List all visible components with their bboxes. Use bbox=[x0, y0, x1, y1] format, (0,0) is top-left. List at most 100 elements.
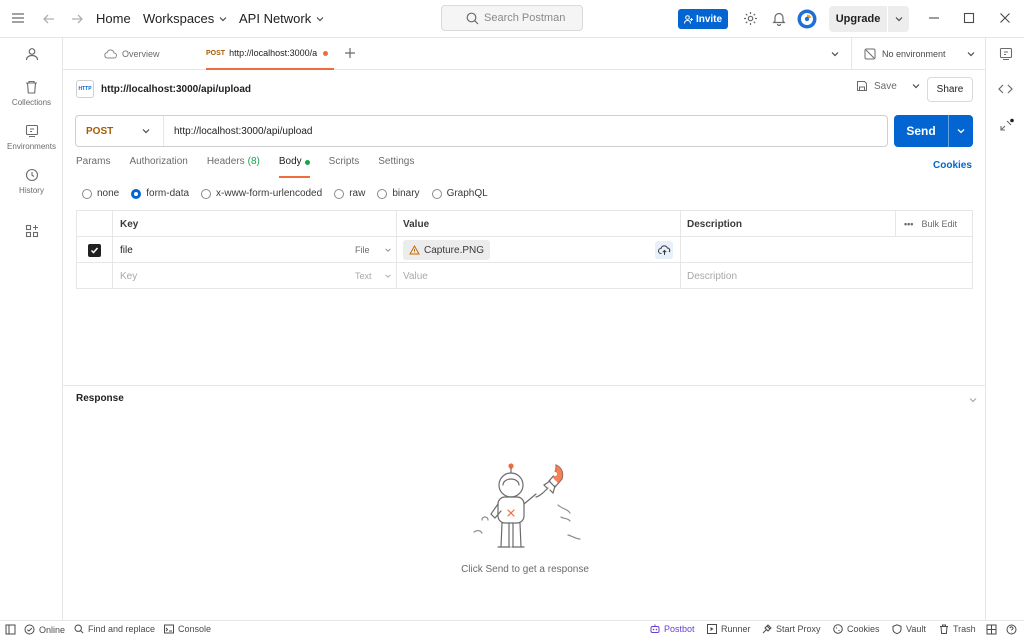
warning-icon bbox=[409, 245, 420, 255]
tab-params[interactable]: Params bbox=[76, 156, 110, 178]
value-input[interactable]: Value bbox=[397, 263, 681, 289]
cookies-link[interactable]: Cookies bbox=[933, 160, 972, 171]
request-name[interactable]: http://localhost:3000/api/upload bbox=[101, 84, 251, 95]
chevron-down-icon bbox=[384, 246, 392, 254]
tab-headers[interactable]: Headers (8) bbox=[207, 156, 260, 178]
type-select[interactable]: File bbox=[347, 237, 397, 263]
radio-label: GraphQL bbox=[446, 188, 488, 199]
tab-settings[interactable]: Settings bbox=[378, 156, 414, 178]
upload-cloud-icon[interactable] bbox=[655, 241, 673, 259]
cookies-button[interactable]: Cookies bbox=[833, 624, 880, 634]
response-divider[interactable] bbox=[63, 385, 985, 386]
table-header-row: Key Value Description ••• Bulk Edit bbox=[77, 211, 972, 237]
radio-urlencoded[interactable]: x-www-form-urlencoded bbox=[201, 188, 322, 199]
runner-button[interactable]: Runner bbox=[707, 624, 751, 634]
value-cell: Capture.PNG bbox=[397, 237, 681, 263]
console-button[interactable]: Console bbox=[164, 624, 211, 634]
sidebar-item-collections[interactable]: Collections bbox=[0, 80, 63, 107]
key-input[interactable]: file bbox=[113, 237, 347, 263]
cookies-label: Cookies bbox=[847, 624, 880, 634]
bulk-edit-label: Bulk Edit bbox=[921, 219, 957, 229]
bulk-edit-button[interactable]: ••• Bulk Edit bbox=[895, 211, 972, 237]
invite-button[interactable]: Invite bbox=[678, 9, 728, 29]
share-label: Share bbox=[936, 84, 964, 95]
workspaces-label: Workspaces bbox=[143, 11, 215, 26]
api-network-menu[interactable]: API Network bbox=[239, 11, 325, 26]
postbot-button[interactable]: Postbot bbox=[650, 624, 695, 634]
description-input[interactable] bbox=[681, 237, 972, 263]
start-proxy-button[interactable]: Start Proxy bbox=[762, 624, 821, 634]
tabs-overflow-chevron-icon[interactable] bbox=[830, 49, 840, 59]
home-link[interactable]: Home bbox=[96, 11, 131, 26]
sidebar-item-environments[interactable]: Environments bbox=[0, 124, 63, 151]
type-select[interactable]: Text bbox=[347, 263, 397, 289]
chevron-down-icon[interactable] bbox=[911, 81, 921, 91]
related-collections-icon[interactable] bbox=[999, 118, 1015, 132]
share-button[interactable]: Share bbox=[927, 77, 973, 102]
description-input[interactable]: Description bbox=[681, 263, 972, 289]
checkbox-checked[interactable] bbox=[88, 243, 101, 257]
send-button[interactable]: Send bbox=[894, 115, 973, 147]
maximize-icon[interactable] bbox=[963, 12, 975, 24]
sidebar-item-configure[interactable] bbox=[0, 224, 63, 238]
radio-none[interactable]: none bbox=[82, 188, 119, 199]
collapse-chevron-icon[interactable] bbox=[968, 395, 978, 405]
tab-scripts[interactable]: Scripts bbox=[329, 156, 360, 178]
status-dot-icon bbox=[304, 160, 310, 165]
key-input[interactable]: Key bbox=[113, 263, 347, 289]
workspaces-menu[interactable]: Workspaces bbox=[143, 11, 228, 26]
radio-graphql[interactable]: GraphQL bbox=[431, 188, 488, 199]
trash-button[interactable]: Trash bbox=[939, 624, 976, 634]
sidebar-item-history[interactable]: History bbox=[0, 168, 63, 195]
http-icon: HTTP bbox=[76, 80, 94, 98]
url-input[interactable]: http://localhost:3000/api/upload bbox=[164, 126, 312, 137]
settings-gear-icon[interactable] bbox=[743, 11, 758, 26]
vault-label: Vault bbox=[906, 624, 926, 634]
close-icon[interactable] bbox=[999, 12, 1011, 24]
environment-quick-look-icon[interactable] bbox=[999, 47, 1013, 61]
tab-overview[interactable]: Overview bbox=[93, 38, 203, 70]
tab-label: Headers bbox=[206, 156, 245, 167]
back-arrow-icon[interactable] bbox=[42, 12, 56, 26]
online-label: Online bbox=[39, 624, 66, 635]
search-icon bbox=[74, 624, 84, 634]
method-select[interactable]: POST bbox=[76, 116, 164, 146]
tab-method: POST bbox=[206, 49, 226, 57]
notification-bell-icon[interactable] bbox=[772, 11, 786, 26]
file-chip[interactable]: Capture.PNG bbox=[403, 240, 491, 260]
chevron-down-icon[interactable] bbox=[948, 115, 973, 147]
avatar[interactable] bbox=[797, 9, 817, 29]
http-badge-label: HTTP bbox=[78, 86, 92, 92]
upgrade-button[interactable]: Upgrade bbox=[829, 6, 909, 32]
chevron-down-icon bbox=[218, 14, 228, 24]
tab-body[interactable]: Body bbox=[278, 156, 310, 178]
vault-button[interactable]: Vault bbox=[892, 624, 926, 634]
toggle-sidebar-icon[interactable] bbox=[5, 624, 16, 635]
chevron-down-icon[interactable] bbox=[887, 6, 909, 32]
online-status[interactable]: Online bbox=[24, 624, 65, 635]
minimize-icon[interactable] bbox=[928, 12, 940, 24]
radio-form-data[interactable]: form-data bbox=[131, 188, 189, 199]
layout-grid-icon[interactable] bbox=[986, 624, 997, 635]
help-icon[interactable] bbox=[1006, 624, 1017, 635]
forward-arrow-icon[interactable] bbox=[70, 12, 84, 26]
environment-selector[interactable]: No environment bbox=[851, 38, 985, 70]
search-input[interactable]: Search Postman bbox=[441, 5, 583, 31]
send-label: Send bbox=[906, 124, 936, 138]
menu-icon[interactable] bbox=[11, 11, 25, 25]
save-button[interactable]: Save bbox=[856, 80, 921, 92]
sidebar-item-account[interactable] bbox=[0, 47, 63, 61]
code-icon[interactable] bbox=[998, 83, 1013, 95]
find-replace-button[interactable]: Find and replace bbox=[74, 624, 155, 634]
header-key: Key bbox=[113, 211, 397, 237]
response-title: Response bbox=[76, 393, 124, 404]
radio-circle bbox=[431, 188, 442, 199]
radio-raw[interactable]: raw bbox=[334, 188, 365, 199]
tab-label: Authorization bbox=[129, 156, 188, 167]
request-tabs: Params Authorization Headers (8) Body Scr… bbox=[76, 156, 414, 178]
new-tab-plus-icon[interactable] bbox=[344, 47, 356, 59]
status-bar: Online Find and replace Console Postbot … bbox=[0, 620, 1024, 639]
tab-request[interactable]: POST http://localhost:3000/a bbox=[206, 38, 334, 70]
tab-authorization[interactable]: Authorization bbox=[129, 156, 187, 178]
radio-binary[interactable]: binary bbox=[377, 188, 420, 199]
